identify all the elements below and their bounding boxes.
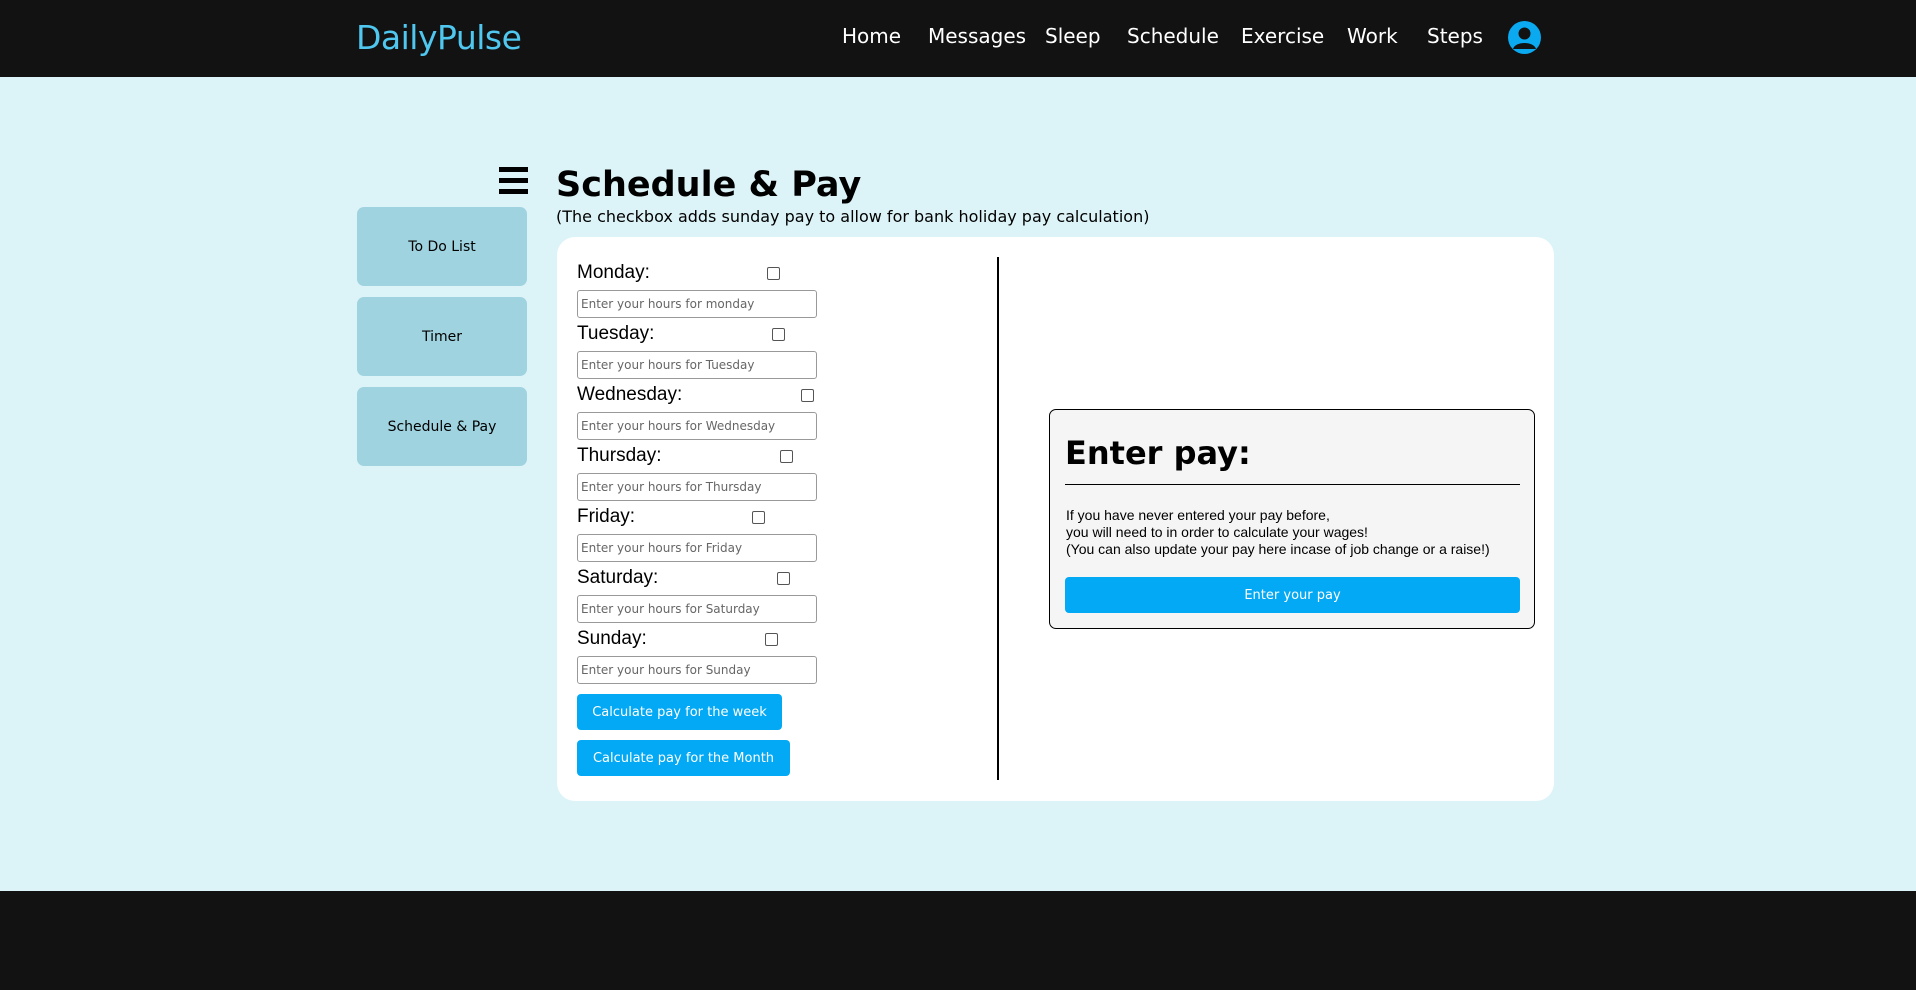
nav-steps[interactable]: Steps [1427,24,1483,48]
checkbox-friday[interactable] [752,511,765,524]
enter-pay-line-3: (You can also update your pay here incas… [1066,541,1490,557]
nav-work[interactable]: Work [1347,24,1398,48]
enter-pay-button[interactable]: Enter your pay [1065,577,1520,613]
nav-messages[interactable]: Messages [928,24,1026,48]
hours-input-thursday[interactable] [577,473,817,501]
page-subtitle: (The checkbox adds sunday pay to allow f… [556,207,1150,226]
enter-pay-title: Enter pay: [1065,434,1251,472]
nav-schedule[interactable]: Schedule [1127,24,1219,48]
checkbox-tuesday[interactable] [772,328,785,341]
checkbox-thursday[interactable] [780,450,793,463]
hours-input-friday[interactable] [577,534,817,562]
enter-pay-line-2: you will need to in order to calculate y… [1066,524,1368,540]
checkbox-sunday[interactable] [765,633,778,646]
day-label-sunday: Sunday: [577,628,647,649]
column-divider [997,257,999,780]
hours-input-saturday[interactable] [577,595,817,623]
calculate-week-button[interactable]: Calculate pay for the week [577,694,782,730]
day-label-saturday: Saturday: [577,567,659,588]
user-circle-icon[interactable] [1508,21,1541,54]
day-label-tuesday: Tuesday: [577,323,655,344]
enter-pay-divider [1065,484,1520,485]
top-navbar: DailyPulse Home Messages Sleep Schedule … [0,0,1916,77]
nav-sleep[interactable]: Sleep [1045,24,1101,48]
hours-input-sunday[interactable] [577,656,817,684]
hours-input-monday[interactable] [577,290,817,318]
hamburger-icon[interactable] [499,167,528,194]
checkbox-saturday[interactable] [777,572,790,585]
nav-exercise[interactable]: Exercise [1241,24,1324,48]
nav-home[interactable]: Home [842,24,901,48]
hours-input-tuesday[interactable] [577,351,817,379]
checkbox-monday[interactable] [767,267,780,280]
sidebar-item-schedule-pay[interactable]: Schedule & Pay [357,387,527,466]
day-label-wednesday: Wednesday: [577,384,683,405]
enter-pay-line-1: If you have never entered your pay befor… [1066,507,1330,523]
day-label-thursday: Thursday: [577,445,662,466]
brand-logo[interactable]: DailyPulse [356,18,522,57]
checkbox-wednesday[interactable] [801,389,814,402]
hours-input-wednesday[interactable] [577,412,817,440]
day-label-monday: Monday: [577,262,650,283]
calculate-month-button[interactable]: Calculate pay for the Month [577,740,790,776]
sidebar-item-todo[interactable]: To Do List [357,207,527,286]
footer [0,891,1916,990]
day-label-friday: Friday: [577,506,636,527]
page-title: Schedule & Pay [556,165,862,205]
sidebar-item-timer[interactable]: Timer [357,297,527,376]
